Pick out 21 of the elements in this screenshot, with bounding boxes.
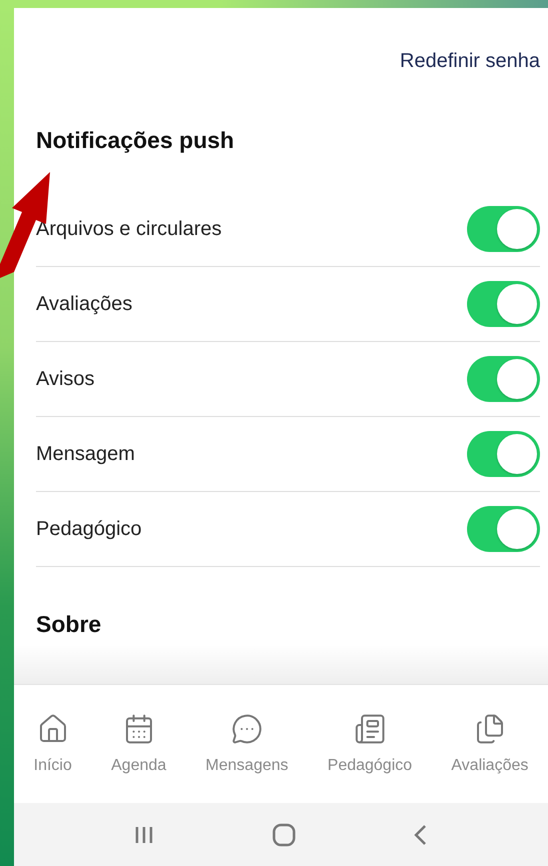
toggle-switch[interactable] [467,431,540,477]
nav-tab[interactable]: Início [32,713,74,775]
reset-password-link[interactable]: Redefinir senha [400,50,540,73]
nav-tab[interactable]: Pedagógico [326,713,414,775]
toggle-switch[interactable] [467,356,540,402]
nav-tab[interactable]: Agenda [109,713,168,775]
setting-label: Pedagógico [36,518,142,540]
setting-label: Mensagem [36,442,135,466]
chat-bubble-icon [230,713,263,745]
toggle-switch[interactable] [467,506,540,552]
section-heading: Sobre [36,611,102,638]
newspaper-icon [354,713,386,745]
setting-label: Avaliações [36,292,132,316]
section-heading: Notificações push [36,127,236,154]
setting-label: Avisos [36,368,95,390]
system-nav-button[interactable] [272,822,296,846]
nav-tab[interactable]: Avaliações [449,713,530,775]
setting-label: Arquivos e circulares [36,218,222,240]
toggle-switch[interactable] [467,281,540,327]
toggle-switch[interactable] [467,206,540,252]
nav-tab[interactable]: Mensagens [204,713,290,775]
